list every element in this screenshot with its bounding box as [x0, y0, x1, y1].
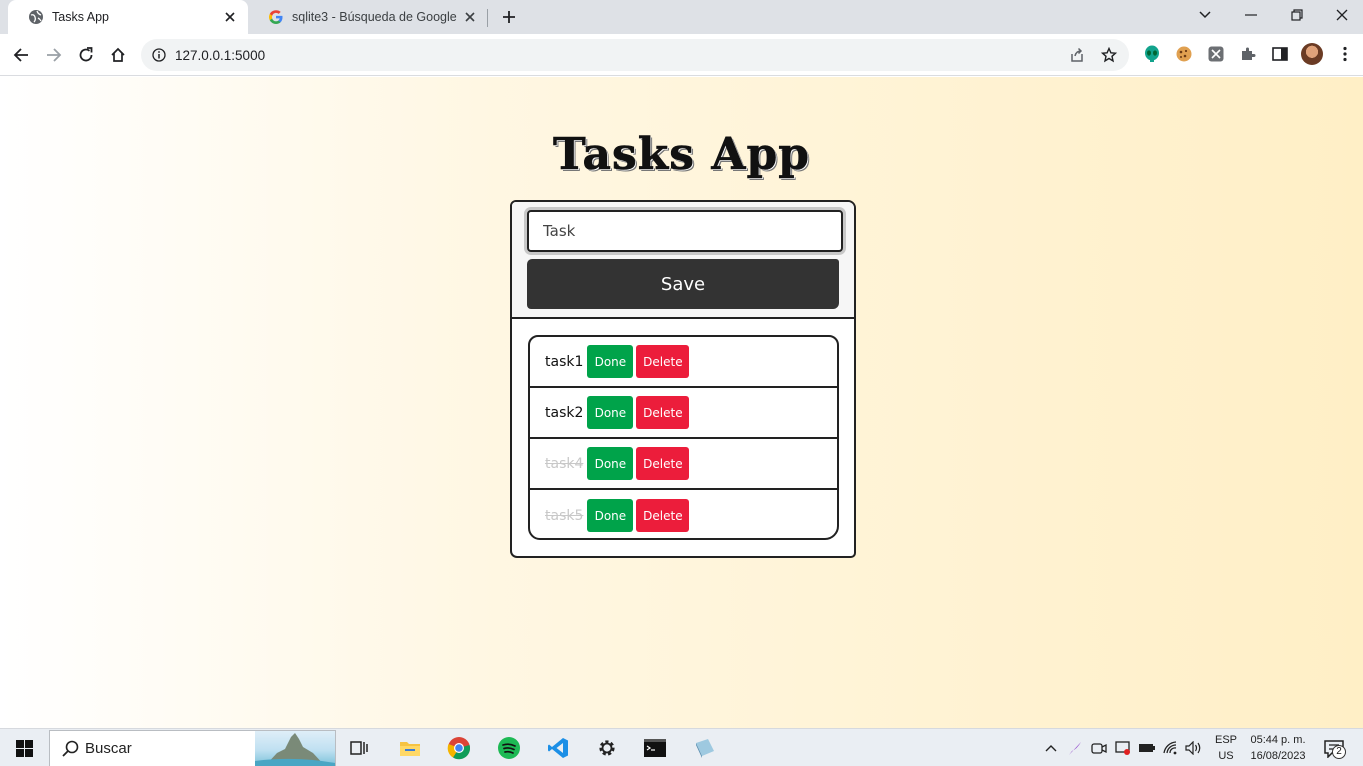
task-name: task5 [545, 507, 584, 524]
task-row: task5 Done Delete [530, 490, 837, 538]
notes-app-icon[interactable] [690, 733, 720, 763]
x-extension-icon[interactable] [1205, 43, 1227, 65]
task-input[interactable] [527, 210, 843, 252]
task-row: task4 Done Delete [530, 439, 837, 490]
url-text[interactable]: 127.0.0.1:5000 [175, 48, 265, 63]
task-form: Save [512, 202, 854, 319]
search-label: Buscar [85, 740, 132, 757]
info-icon[interactable] [143, 39, 175, 71]
delete-button[interactable]: Delete [636, 345, 690, 378]
file-explorer-icon[interactable] [395, 733, 425, 763]
alien-extension-icon[interactable] [1141, 43, 1163, 65]
windows-logo-icon [15, 739, 33, 757]
terminal-icon[interactable] [640, 733, 670, 763]
keyboard-layout: US [1218, 750, 1234, 762]
task-row: task1 Done Delete [530, 337, 837, 388]
tab-search-button[interactable] [1182, 0, 1228, 30]
close-window-button[interactable] [1319, 0, 1363, 30]
star-icon[interactable] [1097, 43, 1121, 67]
tab-separator [487, 9, 488, 27]
vscode-icon[interactable] [543, 733, 573, 763]
task-view-icon[interactable] [344, 733, 374, 763]
restore-button[interactable] [1274, 0, 1320, 30]
tab-title: Tasks App [52, 10, 109, 24]
spotify-icon[interactable] [494, 733, 524, 763]
tab-google-search[interactable]: sqlite3 - Búsqueda de Google [248, 0, 488, 34]
volume-icon[interactable] [1184, 738, 1204, 758]
feather-icon[interactable] [1065, 738, 1085, 758]
back-button[interactable] [9, 43, 33, 67]
start-button[interactable] [0, 729, 48, 766]
camera-icon[interactable] [1089, 738, 1109, 758]
close-icon [1336, 9, 1348, 21]
forward-button[interactable] [42, 43, 66, 67]
search-highlight-image [255, 731, 335, 766]
plus-icon [503, 11, 515, 23]
tasks-card: Save task1 Done Delete task2 Done Delete… [510, 200, 856, 558]
kebab-menu-icon[interactable] [1334, 43, 1356, 65]
home-icon [111, 47, 125, 62]
battery-icon[interactable] [1137, 738, 1157, 758]
profile-avatar[interactable] [1301, 43, 1323, 65]
language-code: ESP [1214, 734, 1237, 746]
share-icon[interactable] [1065, 43, 1089, 67]
browser-toolbar: 127.0.0.1:5000 [0, 34, 1363, 76]
screen-record-icon[interactable] [1113, 738, 1133, 758]
page-content: Tasks App Save task1 Done Delete task2 D… [0, 77, 1363, 728]
done-button[interactable]: Done [587, 499, 634, 532]
task-name: task4 [545, 455, 584, 472]
google-g-icon [268, 9, 284, 25]
delete-button[interactable]: Delete [636, 499, 690, 532]
browser-tab-strip: Tasks App sqlite3 - Búsqueda de Google [0, 0, 1363, 34]
done-button[interactable]: Done [587, 396, 634, 429]
search-icon [62, 740, 79, 757]
chevron-up-icon[interactable] [1041, 738, 1061, 758]
close-icon[interactable] [462, 9, 478, 25]
page-title: Tasks App [552, 129, 811, 181]
new-tab-button[interactable] [498, 6, 520, 28]
globe-icon [28, 9, 44, 25]
done-button[interactable]: Done [587, 447, 634, 480]
reload-button[interactable] [74, 43, 98, 67]
arrow-right-icon [47, 48, 62, 62]
minimize-button[interactable] [1228, 0, 1274, 30]
save-button[interactable]: Save [527, 259, 839, 309]
settings-gear-icon[interactable] [592, 733, 622, 763]
close-icon[interactable] [222, 9, 238, 25]
cookie-extension-icon[interactable] [1173, 43, 1195, 65]
task-row: task2 Done Delete [530, 388, 837, 439]
address-bar[interactable]: 127.0.0.1:5000 [141, 39, 1129, 71]
reload-icon [79, 47, 93, 62]
clock-date: 16/08/2023 [1250, 750, 1306, 762]
system-clock[interactable]: 05:44 p. m. 16/08/2023 [1246, 732, 1310, 764]
puzzle-icon[interactable] [1237, 43, 1259, 65]
notification-center-button[interactable]: 2 [1322, 737, 1346, 761]
windows-taskbar: Buscar ESP US 05:44 p. m. 16/08/2023 2 [0, 728, 1363, 766]
restore-icon [1291, 9, 1303, 21]
done-button[interactable]: Done [587, 345, 634, 378]
task-list: task1 Done Delete task2 Done Delete task… [528, 335, 839, 540]
chevron-down-icon [1199, 11, 1211, 19]
task-name: task1 [545, 353, 584, 370]
delete-button[interactable]: Delete [636, 447, 690, 480]
arrow-left-icon [13, 48, 28, 62]
input-language[interactable]: ESP US [1210, 732, 1242, 764]
home-button[interactable] [106, 43, 130, 67]
notification-badge: 2 [1332, 745, 1346, 759]
delete-button[interactable]: Delete [636, 396, 690, 429]
minimize-icon [1245, 14, 1257, 16]
clock-time: 05:44 p. m. [1250, 734, 1306, 746]
taskbar-search[interactable]: Buscar [49, 730, 336, 766]
wifi-icon[interactable] [1161, 738, 1181, 758]
side-panel-icon[interactable] [1269, 43, 1291, 65]
chrome-icon[interactable] [444, 733, 474, 763]
tab-title: sqlite3 - Búsqueda de Google [292, 10, 457, 24]
task-name: task2 [545, 404, 584, 421]
tab-tasks-app[interactable]: Tasks App [8, 0, 248, 34]
